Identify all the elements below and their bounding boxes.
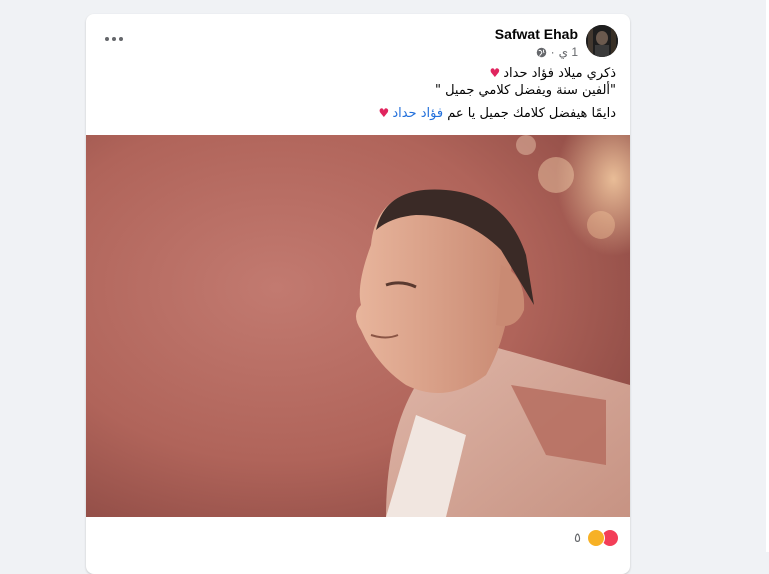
post-line-3: دايمًا هيفضل كلامك جميل يا عم فؤاد حداد♥ xyxy=(116,105,616,122)
post-line-1-text: ذكري ميلاد فؤاد حداد xyxy=(503,66,616,81)
author-name-link[interactable]: Safwat Ehab xyxy=(495,26,578,42)
post-text: ذكري ميلاد فؤاد حداد♥ "ألفين سنة ويفضل ك… xyxy=(116,65,616,122)
portrait-photo xyxy=(86,135,630,517)
meta-separator: · xyxy=(550,45,555,59)
reactions-summary[interactable]: ٥ xyxy=(574,529,619,547)
care-emoji-icon xyxy=(586,529,605,547)
globe-icon xyxy=(536,47,546,57)
dot-icon xyxy=(119,37,123,41)
reaction-count: ٥ xyxy=(574,530,581,546)
heart-icon: ♥ xyxy=(489,66,501,80)
post-line-1: ذكري ميلاد فؤاد حداد♥ xyxy=(116,65,616,82)
dot-icon xyxy=(112,37,116,41)
dot-icon xyxy=(105,37,109,41)
mention-link[interactable]: فؤاد حداد xyxy=(392,106,443,121)
author-avatar[interactable] xyxy=(586,25,618,57)
post-line-2: "ألفين سنة ويفضل كلامي جميل " xyxy=(434,83,616,98)
post-photo[interactable] xyxy=(86,135,630,517)
reactions-bar: ٥ xyxy=(86,517,630,561)
post-meta: 1 ي · xyxy=(536,45,578,59)
more-options-button[interactable] xyxy=(102,30,126,48)
post-line-3-text: دايمًا هيفضل كلامك جميل يا عم xyxy=(447,106,616,121)
heart-icon: ♥ xyxy=(378,106,390,120)
post-time[interactable]: 1 ي xyxy=(559,45,578,59)
avatar-photo xyxy=(586,25,618,57)
post-card: Safwat Ehab 1 ي · ذكري ميلاد فؤاد حداد♥ … xyxy=(86,14,630,574)
